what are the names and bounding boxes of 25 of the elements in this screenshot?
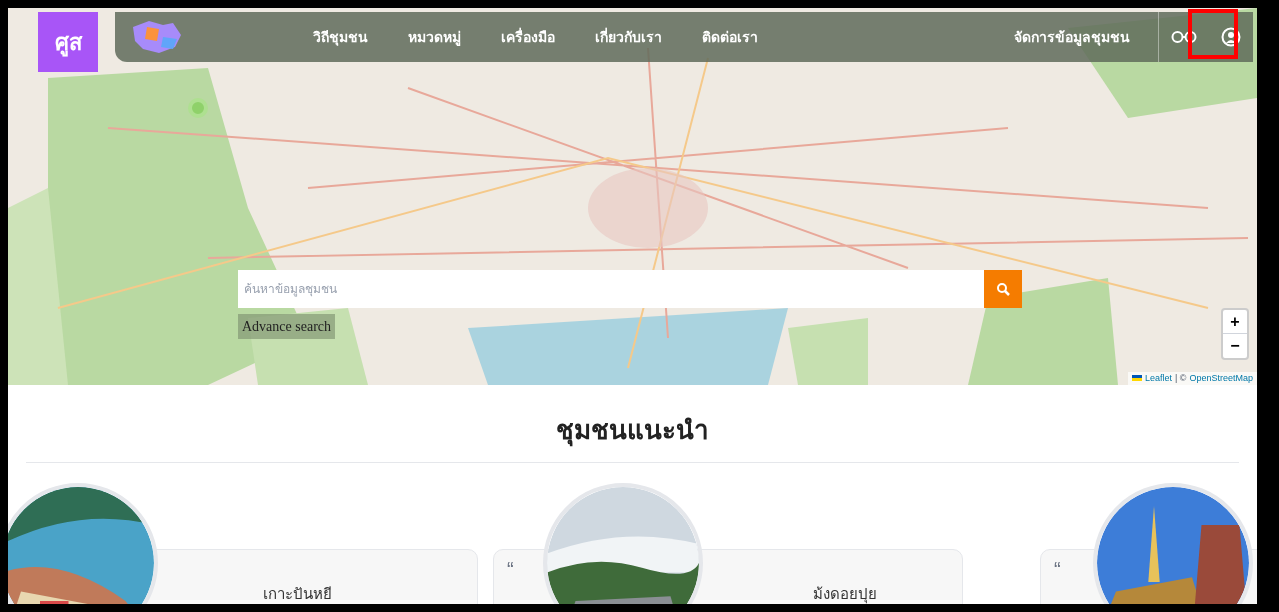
highlight-box <box>1188 9 1238 59</box>
quote-mark: “ <box>507 559 514 579</box>
search-field[interactable]: ค้นหาข้อมูลชุมชน <box>238 270 984 308</box>
nav-link[interactable]: หมวดหมู่ <box>408 26 461 48</box>
nav-link[interactable]: ติดต่อเรา <box>702 26 758 48</box>
search-icon <box>996 282 1010 296</box>
zoom-in-button[interactable]: + <box>1223 310 1247 334</box>
user-icon[interactable] <box>1221 27 1241 47</box>
nav-link[interactable]: เครื่องมือ <box>501 26 555 48</box>
leaflet-link[interactable]: Leaflet <box>1144 371 1172 385</box>
quote-mark: “ <box>1054 559 1061 579</box>
openstreetmap-link[interactable]: OpenStreetMap <box>1189 371 1253 385</box>
zoom-out-button[interactable]: − <box>1223 334 1247 358</box>
nav-link[interactable]: วิถีชุมชน <box>313 26 368 48</box>
nav-link[interactable]: จัดการข้อมูลชุมชน <box>1014 26 1130 48</box>
attribution-text: | © <box>1174 371 1187 385</box>
community-name: เกาะปันหยี <box>263 584 332 604</box>
advance-search-button[interactable]: Advance search <box>238 314 335 339</box>
site-logo[interactable]: ศูส <box>38 12 98 72</box>
search-button[interactable] <box>984 270 1022 308</box>
nav-link[interactable]: เกี่ยวกับเรา <box>595 26 662 48</box>
flag-icon <box>1131 375 1142 382</box>
community-name: ม้งดอยปุย <box>813 584 877 604</box>
glasses-icon[interactable] <box>1171 30 1197 44</box>
section-title: ชุมชนแนะนำ <box>555 414 710 449</box>
